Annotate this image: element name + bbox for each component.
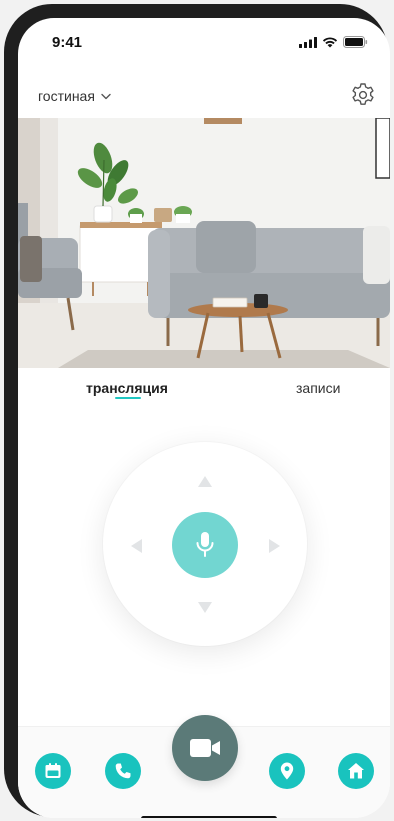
signal-icon	[299, 36, 317, 48]
phone-frame: 9:41 гостиная трансляция записи	[4, 4, 390, 818]
ptz-control	[103, 442, 307, 646]
active-tab-indicator	[115, 397, 141, 399]
location-pin-icon	[280, 762, 294, 780]
video-camera-icon	[190, 739, 220, 757]
pan-left-arrow-icon[interactable]	[131, 539, 142, 553]
record-video-button[interactable]	[172, 715, 238, 781]
microphone-icon	[196, 532, 214, 557]
home-icon	[348, 763, 364, 779]
status-bar: 9:41	[18, 18, 390, 68]
pan-right-arrow-icon[interactable]	[269, 539, 280, 553]
wifi-icon	[322, 36, 338, 47]
pan-down-arrow-icon[interactable]	[198, 602, 212, 613]
app-screen: 9:41 гостиная трансляция записи	[18, 18, 390, 818]
header: гостиная	[18, 80, 390, 114]
bottom-navigation	[18, 715, 390, 818]
camera-feed[interactable]	[18, 118, 390, 368]
camera-feed-image	[18, 118, 390, 368]
settings-button[interactable]	[350, 82, 376, 108]
battery-icon	[343, 36, 368, 48]
nav-home-button[interactable]	[338, 753, 374, 789]
calendar-icon	[45, 763, 61, 778]
pan-up-arrow-icon[interactable]	[198, 476, 212, 487]
room-selector[interactable]: гостиная	[38, 88, 111, 104]
gear-icon	[352, 83, 374, 105]
nav-calendar-button[interactable]	[35, 753, 71, 789]
home-indicator	[141, 816, 277, 818]
status-time: 9:41	[52, 34, 83, 51]
phone-icon	[115, 763, 131, 779]
view-tabs: трансляция записи	[18, 368, 390, 412]
chevron-down-icon	[101, 93, 111, 99]
microphone-button[interactable]	[172, 512, 238, 578]
tab-records[interactable]: записи	[296, 380, 340, 396]
room-label: гостиная	[38, 88, 95, 104]
nav-location-button[interactable]	[269, 753, 305, 789]
tab-live[interactable]: трансляция	[86, 380, 168, 396]
nav-phone-button[interactable]	[105, 753, 141, 789]
status-icons	[299, 36, 368, 48]
